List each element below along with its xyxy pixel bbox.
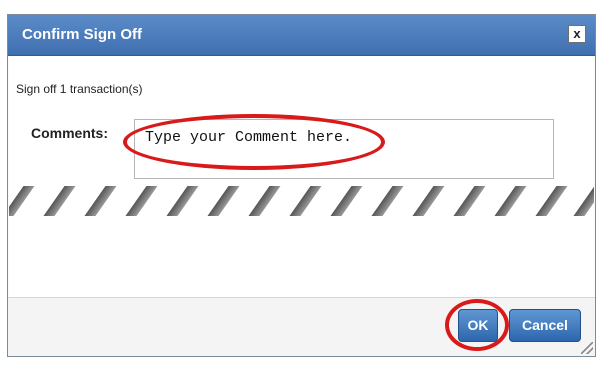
break-dash — [125, 186, 158, 216]
break-dash — [573, 186, 594, 216]
close-icon[interactable]: x — [568, 25, 586, 43]
break-dash — [166, 186, 199, 216]
break-dash — [9, 186, 35, 216]
break-dash — [207, 186, 240, 216]
comments-label: Comments: — [31, 125, 109, 141]
break-dash — [494, 186, 527, 216]
dialog-body: Sign off 1 transaction(s) Comments: Type… — [9, 56, 594, 299]
break-dash — [43, 186, 76, 216]
resize-grip-icon[interactable] — [581, 342, 593, 354]
break-dash — [535, 186, 568, 216]
confirm-sign-off-dialog: Confirm Sign Off x Sign off 1 transactio… — [7, 14, 596, 357]
break-dash — [289, 186, 322, 216]
dialog-title: Confirm Sign Off — [22, 26, 142, 43]
break-dash — [453, 186, 486, 216]
break-dash — [84, 186, 117, 216]
break-dash — [330, 186, 363, 216]
break-dash — [412, 186, 445, 216]
sign-off-summary: Sign off 1 transaction(s) — [16, 82, 143, 96]
dialog-footer: OK Cancel — [8, 297, 595, 356]
break-dash — [371, 186, 404, 216]
page-break-marker — [9, 178, 594, 222]
cancel-button[interactable]: Cancel — [509, 309, 581, 342]
comments-input[interactable]: Type your Comment here. — [134, 119, 554, 179]
break-dash — [248, 186, 281, 216]
dialog-titlebar: Confirm Sign Off x — [8, 15, 595, 56]
ok-button[interactable]: OK — [458, 309, 498, 342]
